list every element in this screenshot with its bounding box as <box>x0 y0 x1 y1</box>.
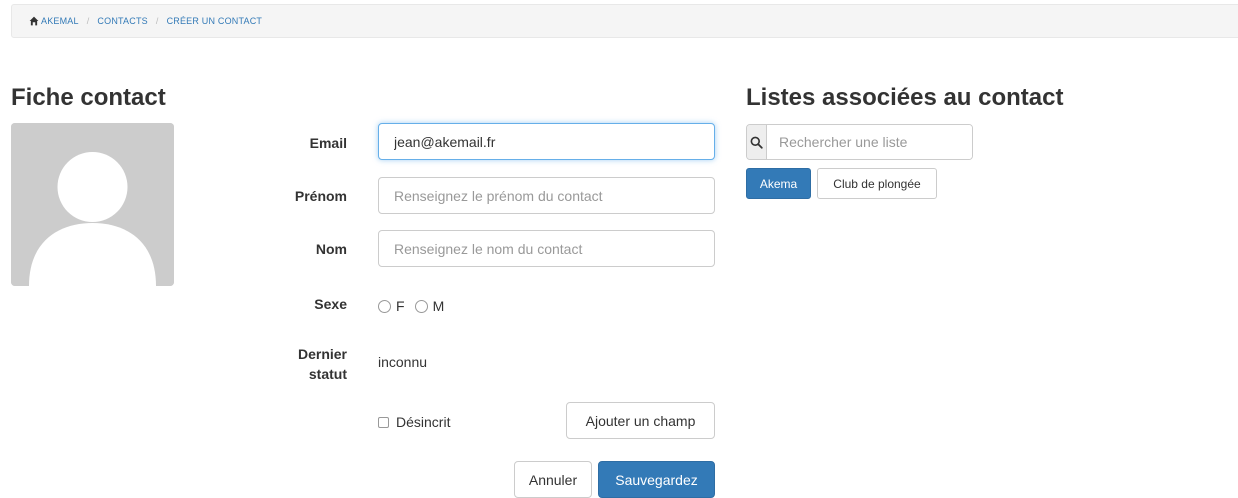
gender-option-label: F <box>396 298 405 314</box>
breadcrumb-item-create-contact[interactable]: CRÉER UN CONTACT <box>167 16 263 26</box>
gender-option-label: M <box>432 298 445 314</box>
gender-option-f[interactable]: F <box>378 298 405 314</box>
breadcrumb-separator: / <box>155 16 159 26</box>
last-status-label-line2: statut <box>308 366 347 382</box>
avatar <box>11 123 174 286</box>
radio-button[interactable] <box>378 299 391 313</box>
last-status-value: inconnu <box>378 354 428 370</box>
lists-section-title: Listes associées au contact <box>746 84 1064 111</box>
list-search-input[interactable] <box>767 125 972 159</box>
gender-option-m[interactable]: M <box>414 298 445 314</box>
gender-radio-group: F M <box>378 298 454 314</box>
list-tag-akema[interactable]: Akema <box>746 168 811 199</box>
last-status-label-line1: Dernier <box>297 346 347 362</box>
unsubscribed-checkbox[interactable] <box>378 416 389 428</box>
search-icon <box>747 125 767 159</box>
last-status-label: Dernier statut <box>267 344 347 384</box>
gender-label: Sexe <box>314 296 347 312</box>
home-icon[interactable] <box>29 16 39 26</box>
firstname-label: Prénom <box>294 188 347 204</box>
lastname-field[interactable] <box>378 230 715 267</box>
user-silhouette-icon <box>11 123 174 286</box>
email-field[interactable] <box>378 123 715 160</box>
radio-button[interactable] <box>414 299 428 313</box>
email-label: Email <box>309 135 347 151</box>
cancel-button[interactable]: Annuler <box>514 461 592 498</box>
breadcrumb-item-contacts[interactable]: CONTACTS <box>97 16 147 26</box>
firstname-field[interactable] <box>378 177 715 214</box>
list-search-group <box>746 124 973 160</box>
unsubscribed-label: Désincrit <box>396 414 451 430</box>
add-field-button[interactable]: Ajouter un champ <box>566 402 715 439</box>
breadcrumb-separator: / <box>86 16 90 26</box>
lastname-label: Nom <box>315 241 347 257</box>
breadcrumb: AKEMAL / CONTACTS / CRÉER UN CONTACT <box>11 4 1238 38</box>
unsubscribed-checkbox-row[interactable]: Désincrit <box>378 414 450 430</box>
page-title: Fiche contact <box>11 84 166 111</box>
list-tag-club-de-plongee[interactable]: Club de plongée <box>817 168 937 199</box>
save-button[interactable]: Sauvegardez <box>598 461 715 498</box>
breadcrumb-item-home[interactable]: AKEMAL <box>41 16 79 26</box>
